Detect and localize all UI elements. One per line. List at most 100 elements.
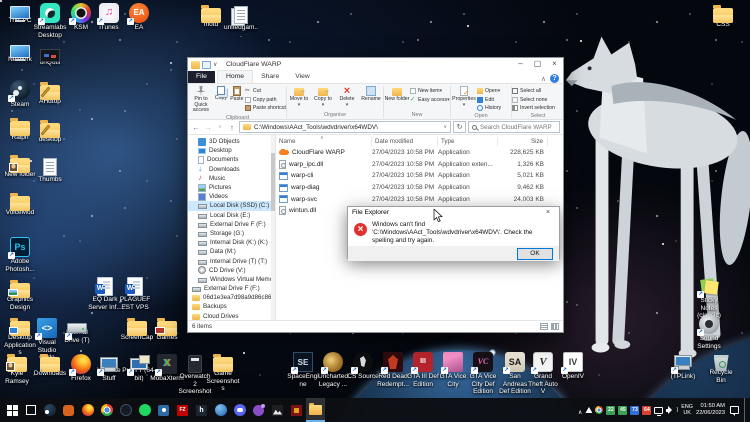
easy-access-button[interactable]: Easy access: [410, 95, 450, 103]
desktop-icon-desktop-folder[interactable]: desktop: [33, 120, 67, 144]
taskbar-spaceengine[interactable]: [116, 398, 135, 422]
column-date-modified[interactable]: Date modified: [372, 137, 438, 146]
taskbar-file-explorer[interactable]: [306, 398, 325, 422]
select-all-button[interactable]: Select all: [512, 87, 555, 95]
copy-path-button[interactable]: Copy path: [245, 95, 286, 103]
desktop-icon-ea[interactable]: EA: [122, 3, 156, 32]
sidebar-item-storage-g[interactable]: Storage (G:): [188, 229, 275, 238]
temp-badge[interactable]: 64: [642, 406, 651, 415]
collapse-ribbon-icon[interactable]: [541, 75, 546, 83]
select-none-button[interactable]: Select none: [512, 95, 555, 103]
desktop-icon-ralph[interactable]: Ralph: [3, 118, 37, 142]
cut-button[interactable]: Cut: [245, 87, 286, 95]
desktop-icon-graphics-design[interactable]: Graphics Design: [3, 280, 37, 311]
desktop-icon-gta-vice-city[interactable]: GTA Vice City: [436, 352, 470, 388]
desktop-icon-gta3[interactable]: GTA III Def Edition: [406, 352, 440, 388]
sidebar-item-internal-disk-k[interactable]: Internal Disk (K:) (K:): [188, 238, 275, 247]
desktop-icon-sound-settings[interactable]: Sound Settings: [692, 314, 726, 350]
tab-share[interactable]: Share: [253, 71, 287, 83]
sidebar-item-music[interactable]: Music: [188, 174, 275, 183]
action-center-icon[interactable]: [730, 406, 739, 414]
language-indicator[interactable]: ENGUK: [681, 404, 693, 416]
rename-button[interactable]: Rename: [359, 85, 383, 111]
taskbar-game-app[interactable]: [287, 398, 306, 422]
ok-button[interactable]: OK: [517, 248, 553, 260]
file-row[interactable]: warp-diag 27/04/2023 10:58 PMApplication…: [276, 182, 563, 194]
navpane-scrollbar[interactable]: [271, 135, 275, 320]
column-name[interactable]: Name: [276, 137, 372, 146]
dialog-close-icon[interactable]: ×: [541, 209, 555, 216]
taskbar-ea-app[interactable]: [59, 398, 78, 422]
desktop-icon-sticky-notes[interactable]: Sticky Notes (classic): [692, 276, 726, 320]
history-button[interactable]: History: [477, 104, 501, 112]
taskbar-edge[interactable]: [211, 398, 230, 422]
recent-locations-icon[interactable]: ∨: [215, 124, 225, 130]
desktop-icon-lan-tplink[interactable]: LAN (TPLink): [666, 352, 700, 380]
help-icon[interactable]: ?: [550, 74, 559, 83]
copy-button[interactable]: Copy: [213, 85, 229, 114]
thumbnail-view-icon[interactable]: [551, 323, 559, 330]
new-item-button[interactable]: New item: [410, 87, 450, 95]
sidebar-item-downloads[interactable]: Downloads: [188, 165, 275, 174]
taskbar-spotify[interactable]: [135, 398, 154, 422]
desktop-icon-photoshop[interactable]: Adobe Photosh...: [3, 237, 37, 273]
taskbar-discord[interactable]: [230, 398, 249, 422]
tab-home[interactable]: Home: [217, 70, 253, 83]
desktop-icon-voicemod[interactable]: VoiceMod: [3, 193, 37, 217]
desktop-icon-css[interactable]: CSS: [706, 5, 740, 29]
file-row[interactable]: warp-cli 27/04/2023 10:58 PMApplication5…: [276, 170, 563, 182]
temp-badge[interactable]: 73: [630, 406, 639, 415]
address-dropdown-icon[interactable]: ∨: [443, 124, 447, 130]
properties-button[interactable]: Properties: [451, 85, 477, 112]
desktop-icon-motd[interactable]: motd: [194, 5, 228, 29]
temp-badge[interactable]: 45: [618, 406, 627, 415]
qat-dropdown-icon[interactable]: [213, 61, 222, 69]
forward-button[interactable]: →: [203, 123, 213, 132]
up-button[interactable]: ↑: [227, 123, 237, 132]
refresh-icon[interactable]: ↻: [453, 121, 466, 133]
file-row[interactable]: warp_ipc.dll 27/04/2023 10:58 PMApplicat…: [276, 159, 563, 171]
quick-access-toolbar-icon[interactable]: [202, 61, 211, 69]
sidebar-item-internal-drive-t[interactable]: Internal Drive (T) (T:): [188, 256, 275, 265]
desktop-icon-thumbs[interactable]: Thumbs: [33, 157, 67, 184]
desktop-icon-internal-drive-t[interactable]: Internal Drive (T): [60, 318, 94, 344]
tray-app-icon[interactable]: [585, 407, 592, 413]
sidebar-item-3d-objects[interactable]: 3D Objects: [188, 137, 275, 146]
desktop-icon-kyle-ramsey[interactable]: Kyle Ramsey: [0, 354, 34, 385]
desktop-icon-onquis[interactable]: onQuis: [33, 45, 67, 67]
taskbar-chrome[interactable]: [97, 398, 116, 422]
sidebar-item-virtual-memory[interactable]: Windows Virtual Memory (: [188, 275, 275, 284]
sidebar-item-documents[interactable]: Documents: [188, 155, 275, 164]
sidebar-item-external-drive-f-section[interactable]: External Drive F (F:): [188, 284, 275, 293]
column-type[interactable]: Type: [438, 137, 498, 146]
desktop-icon-website-stuff[interactable]: Website Stuff: [92, 354, 126, 382]
desktop-icon-games[interactable]: Games: [150, 318, 184, 342]
taskbar-photos[interactable]: [268, 398, 287, 422]
taskbar-molecule-app[interactable]: [249, 398, 268, 422]
maximize-button[interactable]: ▢: [529, 58, 546, 71]
show-desktop-button[interactable]: [744, 398, 748, 422]
taskbar-firefox[interactable]: [78, 398, 97, 422]
desktop-icon-streamlabs[interactable]: Streamlabs Desktop: [33, 3, 67, 39]
sidebar-item-local-disk-e[interactable]: Local Disk (E:): [188, 211, 275, 220]
search-input[interactable]: Search CloudFlare WARP: [468, 121, 560, 133]
desktop-icon-plaguefest-doc[interactable]: PLAGUEFEST VPS: [118, 276, 152, 311]
scrollbar-thumb[interactable]: [271, 153, 275, 211]
file-row[interactable]: warp-svc 27/04/2023 10:58 PMApplication2…: [276, 193, 563, 205]
taskbar-filezilla[interactable]: [173, 398, 192, 422]
move-to-button[interactable]: Move to: [287, 85, 311, 111]
sidebar-item-data-m[interactable]: Data (M:): [188, 247, 275, 256]
sidebar-item-external-drive-f[interactable]: External Drive F (F:): [188, 220, 275, 229]
desktop-icon-vc-def-edition[interactable]: GTA Vice City Def Edition: [466, 352, 500, 396]
task-view-button[interactable]: [21, 398, 40, 422]
desktop-icon-red-dead[interactable]: Red Dead Redempt...: [376, 352, 410, 388]
copy-to-button[interactable]: Copy to: [311, 85, 335, 111]
tab-view[interactable]: View: [287, 71, 318, 83]
taskbar-app-h[interactable]: [192, 398, 211, 422]
new-folder-button[interactable]: New folder: [384, 85, 410, 111]
desktop-icon-spaceengine[interactable]: SpaceEngine: [286, 352, 320, 388]
desktop-icon-openiv[interactable]: OpenIV: [556, 352, 590, 381]
desktop-icon-itunes[interactable]: iTunes: [92, 3, 126, 32]
edit-button[interactable]: Edit: [477, 95, 501, 103]
sidebar-item-hash-folder[interactable]: 06d1e3ea7d98a9d86c8652fe: [188, 293, 275, 302]
